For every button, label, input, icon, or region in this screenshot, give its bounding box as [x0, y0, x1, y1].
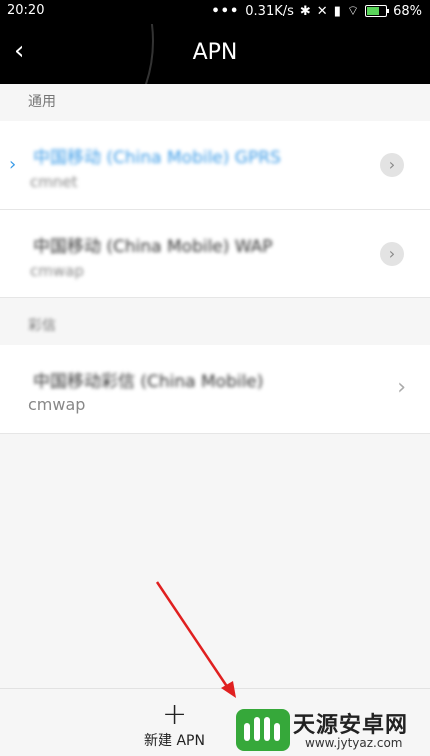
- watermark-logo-icon: [236, 709, 290, 751]
- annotation-arrow: [155, 581, 236, 698]
- watermark-title: 天源安卓网: [293, 713, 409, 738]
- watermark-url: www.jytyaz.com: [305, 736, 403, 750]
